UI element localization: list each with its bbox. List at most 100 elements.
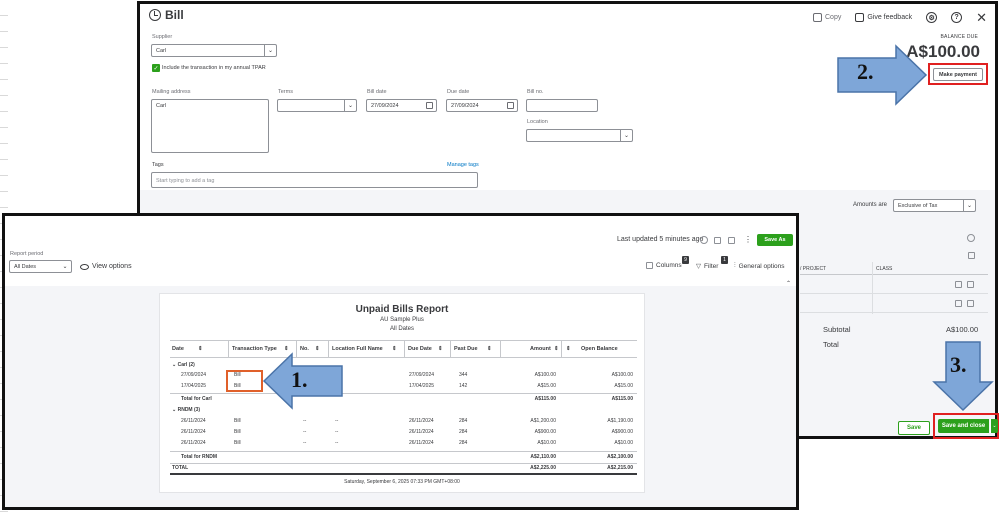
mailing-address-textarea[interactable]: Carl [151, 99, 269, 153]
report-paper: Unpaid Bills Report AU Sample Plus All D… [159, 293, 645, 493]
due-date-label: Due date [447, 89, 470, 95]
bill-date-input[interactable]: 27/09/2024 [366, 99, 437, 112]
copy-icon [813, 13, 822, 22]
cell-transaction-type[interactable]: Bill [234, 440, 241, 446]
save-and-close-button[interactable]: Save and close [938, 419, 989, 433]
cell-due-date: 27/09/2024 [409, 372, 435, 378]
column-amount[interactable]: Amount [530, 346, 551, 352]
group-total-open: A$115.00 [611, 396, 633, 402]
report-period: All Dates [389, 326, 414, 332]
calendar-icon[interactable] [507, 102, 514, 109]
chevron-down-icon: ⌄ [963, 200, 975, 211]
column-date[interactable]: Date [172, 346, 184, 352]
group-total-amount: A$115.00 [534, 396, 556, 402]
chevron-down-icon: ⌄ [620, 130, 632, 141]
make-payment-button[interactable]: Make payment [933, 68, 983, 81]
group-total-amount: A$2,110.00 [530, 454, 556, 460]
grand-total-amount: A$2,225.00 [530, 465, 556, 471]
cell-location: -- [335, 440, 339, 446]
cell-transaction-type[interactable]: Bill [234, 429, 241, 435]
bill-no-input[interactable] [526, 99, 598, 112]
columns-count-badge: 9 [682, 256, 689, 264]
cell-past-due: 344 [459, 372, 468, 378]
filter-icon: ▽ [696, 263, 701, 270]
cell-no: -- [303, 418, 307, 424]
step-3-label: 3. [950, 352, 967, 377]
history-clock-icon[interactable] [149, 9, 161, 21]
cell-open-balance: A$15.00 [614, 383, 633, 389]
gear-icon[interactable] [967, 234, 975, 242]
cell-amount: A$100.00 [534, 372, 556, 378]
column-class: CLASS [876, 266, 893, 272]
step-2-label: 2. [857, 59, 874, 84]
grand-total-open: A$2,215.00 [607, 465, 633, 471]
report-footer-timestamp: Saturday, September 6, 2025 07:33 PM GMT… [344, 479, 460, 485]
copy-button[interactable]: Copy [813, 13, 841, 22]
cell-transaction-type[interactable]: Bill [234, 418, 241, 424]
chevron-down-icon: ⌄ [344, 100, 356, 111]
group-header-carl[interactable]: ⌄ Carl (2) [172, 362, 195, 368]
bill-header: Bill [149, 8, 184, 22]
cell-no: -- [303, 429, 307, 435]
copy-icon[interactable] [955, 281, 962, 288]
export-icon[interactable] [728, 237, 735, 244]
cell-no: -- [303, 440, 307, 446]
column-project: / PROJECT [800, 266, 827, 272]
gear-icon[interactable]: ⚙ [926, 12, 938, 23]
cell-due-date: 26/11/2024 [409, 440, 434, 446]
group-header-rndm[interactable]: ⌄ RNDM (3) [172, 407, 200, 413]
chevron-down-icon: ⌄ [264, 45, 276, 56]
refresh-icon[interactable] [700, 236, 708, 244]
more-options-icon[interactable]: ⋮ [744, 235, 752, 244]
trash-icon[interactable] [967, 281, 974, 288]
cell-due-date: 26/11/2024 [409, 418, 434, 424]
manage-tags-link[interactable]: Manage tags [447, 162, 479, 168]
help-icon[interactable]: ? [951, 12, 963, 23]
unpaid-bills-report-window: Last updated 5 minutes ago ⋮ Save As Rep… [2, 213, 799, 510]
give-feedback-button[interactable]: Give feedback [855, 13, 912, 22]
cell-past-due: 284 [459, 429, 468, 435]
column-past-due[interactable]: Past Due [454, 346, 478, 352]
filter-button[interactable]: ▽ Filter [696, 262, 718, 271]
save-as-button[interactable]: Save As [757, 234, 793, 246]
close-icon[interactable]: ✕ [976, 11, 987, 24]
location-label: Location [527, 119, 548, 125]
bill-type-highlight [226, 370, 263, 392]
amounts-are-select[interactable]: Exclusive of Tax ⌄ [893, 199, 976, 212]
cell-due-date: 26/11/2024 [409, 429, 434, 435]
make-payment-highlight: Make payment [928, 63, 988, 85]
cell-location: -- [335, 418, 339, 424]
report-title: Unpaid Bills Report [355, 304, 449, 315]
due-date-input[interactable]: 27/09/2024 [446, 99, 518, 112]
collapse-icon[interactable]: ⌃ [786, 280, 791, 287]
tags-label: Tags [152, 162, 164, 168]
supplier-select[interactable]: Carl ⌄ [151, 44, 277, 57]
columns-button[interactable]: Columns [646, 262, 682, 269]
cell-date: 27/09/2024 [181, 372, 207, 378]
view-options-button[interactable]: View options [80, 263, 132, 270]
save-button[interactable]: Save [898, 421, 930, 435]
tags-input[interactable]: Start typing to add a tag [151, 172, 478, 188]
column-open-balance[interactable]: Open Balance [581, 346, 618, 352]
trash-icon[interactable] [967, 300, 974, 307]
copy-icon[interactable] [955, 300, 962, 307]
line-items-header: / PROJECT CLASS [800, 262, 988, 275]
chevron-down-icon: ⌄ [62, 264, 68, 270]
include-tpar-checkbox[interactable]: ✓ [152, 64, 160, 72]
cell-amount: A$1,200.00 [530, 418, 556, 424]
total-label: Total [823, 340, 839, 349]
chevron-down-icon[interactable]: ⌄ [990, 419, 998, 433]
document-icon[interactable] [968, 252, 975, 259]
print-icon[interactable] [714, 237, 721, 244]
calendar-icon[interactable] [426, 102, 433, 109]
line-item-row[interactable] [800, 295, 988, 313]
column-due-date[interactable]: Due Date [408, 346, 432, 352]
last-updated-text: Last updated 5 minutes ago [617, 236, 704, 243]
terms-select[interactable]: ⌄ [277, 99, 357, 112]
cell-open-balance: A$10.00 [614, 440, 633, 446]
location-select[interactable]: ⌄ [526, 129, 633, 142]
report-period-select[interactable]: All Dates ⌄ [9, 260, 72, 273]
general-options-button[interactable]: ⫶ General options [734, 262, 785, 270]
line-item-row[interactable] [800, 276, 988, 294]
page-title: Bill [165, 8, 184, 22]
